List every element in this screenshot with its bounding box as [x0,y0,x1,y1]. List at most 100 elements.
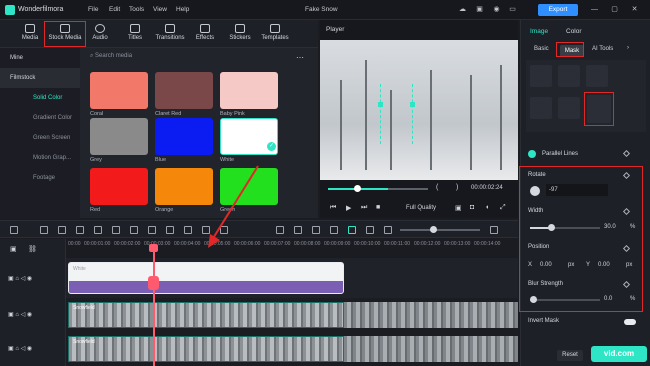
chevron-right-icon[interactable]: › [627,45,629,51]
invert-mask-toggle[interactable] [624,319,636,325]
tab-effects[interactable]: Effects [185,20,225,48]
track-2-lock-icon[interactable]: ▣ ⌂ ◁ ◉ [8,311,32,318]
tab-color[interactable]: Color [566,28,582,35]
step-forward-icon[interactable]: ⏭ [361,204,367,212]
video-clip-continued[interactable] [344,302,518,328]
link-icon[interactable] [348,226,356,234]
zoom-knob[interactable] [430,226,437,233]
zoom-slider[interactable] [400,229,480,231]
render-icon[interactable] [276,226,284,234]
tab-templates[interactable]: Templates [255,20,295,48]
color-clip[interactable]: White [68,262,344,294]
step-back-icon[interactable]: ⏮ [330,204,336,212]
tile-grey[interactable] [90,118,148,155]
tile-baby-pink[interactable] [220,72,278,109]
sidebar-item-solid-color[interactable]: Solid Color [0,88,80,108]
maximize-icon[interactable]: ▢ [610,5,619,14]
ai-icon[interactable] [384,226,392,234]
video-preview[interactable] [320,40,518,180]
notification-icon[interactable]: ▭ [508,5,517,14]
tab-stickers[interactable]: Stickers [220,20,260,48]
color-icon[interactable] [166,226,174,234]
rectangle-mask-icon[interactable] [530,97,552,119]
transform-icon[interactable] [184,226,192,234]
time-ruler[interactable]: 00:00 00:00:01:00 00:00:02:00 00:00:03:0… [66,239,518,253]
volume-icon[interactable]: ◖ [485,204,489,211]
fullscreen-icon[interactable]: ⤢ [500,204,506,212]
link-track-icon[interactable]: ⛓ [28,245,37,253]
stop-icon[interactable]: ■ [376,204,380,211]
video-clip[interactable]: Snowfield [68,336,344,362]
grid-icon[interactable] [10,226,18,234]
sidebar-item-motion-graphics[interactable]: Motion Grap... [0,148,80,168]
video-clip[interactable]: Snowfield [68,302,344,328]
crop-icon[interactable] [112,226,120,234]
menu-file[interactable]: File [88,6,98,13]
tile-blue[interactable] [155,118,213,155]
no-mask-icon[interactable] [558,65,580,87]
track-1-lock-icon[interactable]: ▣ ⌂ ◁ ◉ [8,345,32,352]
redo-icon[interactable] [58,226,66,234]
subtab-basic[interactable]: Basic [534,46,549,52]
sidebar-item-footage[interactable]: Footage [0,168,80,188]
menu-view[interactable]: View [153,6,167,13]
marker-icon[interactable] [366,226,374,234]
layout-icon[interactable]: ▣ [475,5,484,14]
playback-track[interactable] [388,188,428,190]
close-icon[interactable]: ✕ [630,5,639,14]
tab-audio[interactable]: Audio [80,20,120,48]
position-x-field[interactable]: 0.00 [540,262,552,268]
import-mask-icon[interactable] [530,65,552,87]
timeline-settings-icon[interactable] [490,226,498,234]
next-marker-icon[interactable]: ) [456,184,458,191]
snapshot-icon[interactable]: ▣ [455,204,462,212]
reset-button[interactable]: Reset [557,350,583,361]
blur-slider[interactable] [530,299,600,301]
position-y-field[interactable]: 0.00 [598,262,610,268]
sidebar-item-gradient-color[interactable]: Gradient Color [0,108,80,128]
ellipse-mask-icon[interactable] [558,97,580,119]
tab-image[interactable]: Image [530,28,548,35]
cloud-icon[interactable]: ☁ [458,5,467,14]
subtab-ai-tools[interactable]: AI Tools [592,46,613,52]
track-3-lock-icon[interactable]: ▣ ⌂ ◁ ◉ [8,275,32,282]
undo-icon[interactable] [40,226,48,234]
timeline-playhead[interactable] [153,244,155,366]
tile-coral[interactable] [90,72,148,109]
export-button[interactable]: Export [538,4,578,16]
sidebar-item-filmstock[interactable]: Filmstock [0,68,80,88]
sidebar-item-green-screen[interactable]: Green Screen [0,128,80,148]
delete-icon[interactable] [76,226,84,234]
search-input[interactable]: ⌕ Search media [90,53,280,65]
tile-claret-red[interactable] [155,72,213,109]
tab-transitions[interactable]: Transitions [150,20,190,48]
blur-value[interactable]: 0.0 [604,296,612,302]
tab-titles[interactable]: Titles [115,20,155,48]
playhead-handle[interactable] [149,244,158,252]
speed-icon[interactable] [148,226,156,234]
rotate-dial[interactable] [530,186,540,196]
width-value[interactable]: 30.0 [604,224,616,230]
video-clip-continued[interactable] [344,336,518,362]
mask-enable-toggle[interactable] [528,150,536,158]
prev-marker-icon[interactable]: ( [436,184,438,191]
user-icon[interactable]: ◉ [492,5,501,14]
mic-icon[interactable] [312,226,320,234]
add-track-icon[interactable]: ▣ [10,245,17,253]
playhead-knob[interactable] [354,185,361,192]
draw-mask-icon[interactable] [586,65,608,87]
width-slider-knob[interactable] [548,224,555,231]
quality-select[interactable]: Full Quality [406,205,436,211]
minimize-icon[interactable]: — [590,5,599,14]
rotate-field[interactable]: -97 [546,184,608,196]
tile-red[interactable] [90,168,148,205]
text-icon[interactable] [130,226,138,234]
sidebar-item-mine[interactable]: Mine [0,48,80,68]
play-icon[interactable]: ▶ [346,204,351,212]
more-icon[interactable]: ⋯ [296,53,304,62]
snap-icon[interactable] [330,226,338,234]
menu-edit[interactable]: Edit [109,6,120,13]
shield-icon[interactable] [294,226,302,234]
menu-tools[interactable]: Tools [129,6,144,13]
cut-icon[interactable] [94,226,102,234]
